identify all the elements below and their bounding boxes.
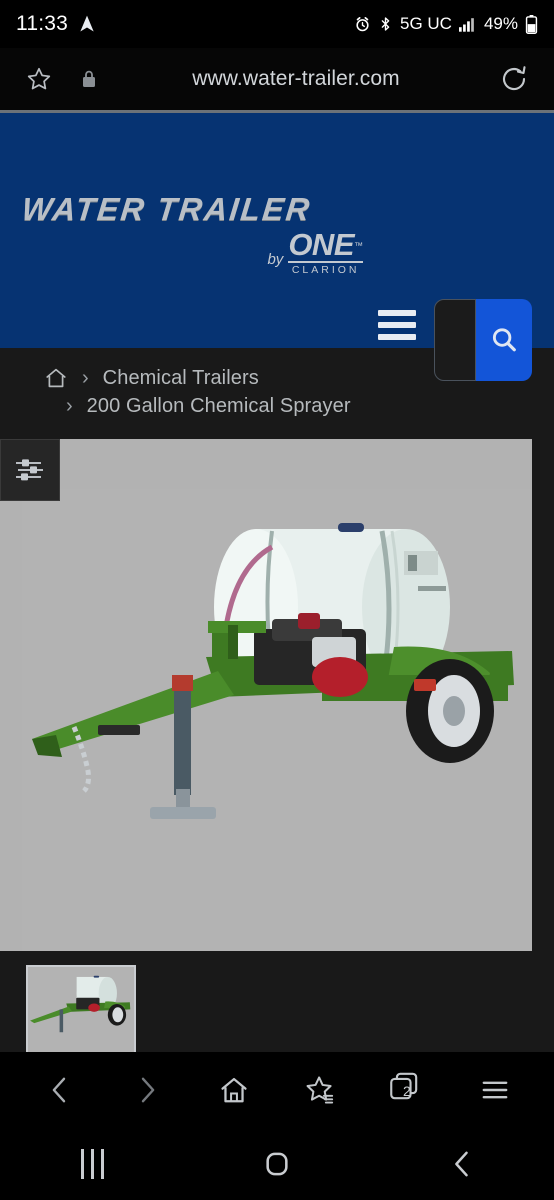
bluetooth-icon [378,15,393,33]
star-list-icon[interactable] [293,1062,349,1118]
web-page-viewport: WATER TRAILER by ONE™ CLARION › Chemical… [0,110,554,1052]
logo-brand-block: ONE™ CLARION [288,229,363,276]
hamburger-bar-1 [378,310,416,316]
browser-toolbar: 2 [0,1052,554,1128]
logo-subbrand-name: CLARION [288,261,363,276]
breadcrumb-item-current-product[interactable]: 200 Gallon Chemical Sprayer [87,395,351,418]
trailer-thumbnail-illustration [28,967,134,1052]
product-gallery [0,439,554,1052]
battery-icon [525,14,538,34]
back-arrow-icon[interactable] [32,1062,88,1118]
back-chevron-icon[interactable] [427,1139,497,1189]
search-input[interactable] [434,299,476,381]
refresh-icon[interactable] [496,61,532,97]
breadcrumb-separator-2: › [66,395,73,417]
home-square-icon[interactable] [242,1139,312,1189]
site-search[interactable] [434,299,532,381]
battery-percent-label: 49% [483,14,518,33]
trailer-illustration [22,489,532,951]
search-button[interactable] [476,299,532,381]
product-thumbnail-1[interactable] [26,965,136,1052]
breadcrumb-separator: › [82,366,89,389]
home-icon[interactable] [44,366,68,390]
browser-menu-icon[interactable] [467,1062,523,1118]
status-bar-left: 11:33 [16,12,97,36]
logo-by-label: by [267,251,284,268]
tab-count-label: 2 [402,1082,411,1099]
navigation-arrow-icon [77,14,97,34]
url-text[interactable]: www.water-trailer.com [96,67,496,91]
site-menu-button[interactable] [378,310,416,340]
breadcrumb-item-chemical-trailers[interactable]: Chemical Trailers [103,367,259,390]
search-icon [489,325,519,355]
recents-bar-3 [100,1149,104,1179]
android-navigation-bar [0,1128,554,1200]
home-icon[interactable] [206,1062,262,1118]
network-label: 5G UC [400,14,452,33]
forward-arrow-icon[interactable] [119,1062,175,1118]
product-main-image-canvas [22,489,532,951]
signal-bars-icon [458,17,477,32]
browser-url-bar[interactable]: www.water-trailer.com [0,48,554,110]
phone-screen: 11:33 5G UC 49% www.water-trailer.com WA… [0,0,554,1200]
site-logo[interactable]: WATER TRAILER by ONE™ CLARION [20,191,367,276]
recents-bar-1 [80,1149,84,1179]
recents-icon-shape [80,1149,104,1179]
sliders-icon [13,456,47,484]
recents-bar-2 [90,1149,94,1179]
tabs-icon-shape: 2 [387,1069,429,1111]
logo-brand-row: ONE™ [288,229,363,260]
logo-brand-name: ONE [288,227,354,262]
alarm-icon [354,16,371,33]
breadcrumb-row-2: › 200 Gallon Chemical Sprayer [44,395,554,418]
status-bar: 11:33 5G UC 49% [0,0,554,48]
logo-subtitle: by ONE™ CLARION [22,229,367,276]
filter-settings-button[interactable] [0,439,60,501]
logo-trademark: ™ [354,240,363,251]
tabs-icon[interactable]: 2 [380,1062,436,1118]
logo-title: WATER TRAILER [20,191,314,227]
hamburger-bar-2 [378,322,416,328]
recents-icon[interactable] [57,1139,127,1189]
star-icon[interactable] [22,62,56,96]
product-thumbnail-strip [26,965,554,1052]
hamburger-bar-3 [378,334,416,340]
site-header: WATER TRAILER by ONE™ CLARION [0,113,554,381]
product-main-image[interactable] [0,439,532,951]
status-bar-clock: 11:33 [16,12,68,35]
status-bar-right: 5G UC 49% [354,14,538,34]
